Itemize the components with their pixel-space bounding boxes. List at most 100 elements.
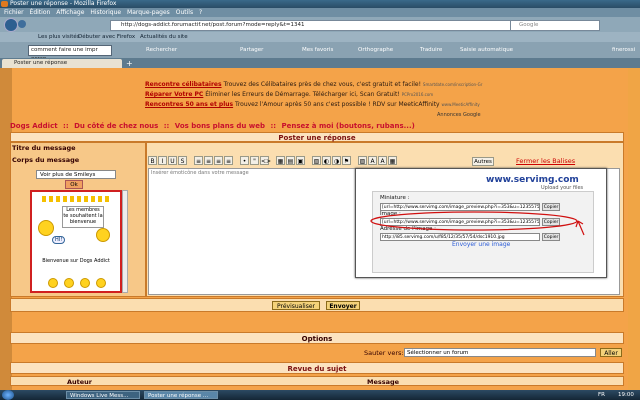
menu-aide[interactable]: ? xyxy=(199,9,202,16)
strike-button[interactable]: S xyxy=(178,156,187,165)
pasted-screenshot: www.servimg.com Upload your files Miniat… xyxy=(355,168,607,278)
breadcrumb-separator: :: xyxy=(163,122,170,130)
search-box[interactable]: Google xyxy=(510,20,600,31)
autres-button[interactable]: Autres xyxy=(472,157,494,166)
new-tab-button[interactable]: + xyxy=(126,59,136,68)
breadcrumb-subforum[interactable]: Vos bons plans du web xyxy=(175,122,265,130)
menu-historique[interactable]: Historique xyxy=(90,9,121,16)
autofill-button[interactable]: Saisie automatique xyxy=(460,42,513,58)
smileys-select[interactable]: Voir plus de Smileys xyxy=(36,170,116,179)
smiley-icon[interactable] xyxy=(64,278,74,288)
font-button[interactable]: A xyxy=(378,156,387,165)
hi-smiley[interactable]: HI! xyxy=(52,236,66,244)
bookmarks-button[interactable]: Mes favoris xyxy=(302,42,333,58)
bookmark-getting-started[interactable]: Débuter avec Firefox xyxy=(78,32,135,42)
tab-poster-reponse[interactable]: Poster une réponse xyxy=(2,59,122,68)
google-toolbar: comment faire une impr ecran Rechercher … xyxy=(0,42,640,62)
menu-bar: Fichier Édition Affichage Historique Mar… xyxy=(0,8,640,17)
bold-button[interactable]: B xyxy=(148,156,157,165)
code-button[interactable]: <> xyxy=(260,156,271,165)
smiley-icon[interactable] xyxy=(96,228,110,242)
body-label: Corps du message xyxy=(12,156,80,164)
menu-outils[interactable]: Outils xyxy=(176,9,193,16)
align-center-button[interactable]: ≡ xyxy=(204,156,213,165)
breadcrumb-category[interactable]: Du côté de chez nous xyxy=(74,122,158,130)
google-search-button[interactable]: Rechercher xyxy=(146,42,177,58)
spellcheck-button[interactable]: Orthographe xyxy=(358,42,393,58)
taskbar-item-firefox[interactable]: Poster une réponse ... xyxy=(144,391,218,399)
ad-item: Rencontres 50 ans et plus Trouvez l'Amou… xyxy=(145,100,485,110)
font-size-button[interactable]: A xyxy=(368,156,377,165)
options-header[interactable]: Options xyxy=(10,332,624,344)
video-button[interactable]: ▧ xyxy=(312,156,321,165)
preview-button[interactable]: Prévisualiser xyxy=(272,301,320,310)
go-button[interactable]: Aller xyxy=(600,348,622,357)
italic-button[interactable]: I xyxy=(158,156,167,165)
forum-select[interactable]: Sélectionner un forum xyxy=(404,348,596,357)
user-name[interactable]: finerossi xyxy=(612,42,635,58)
welcome-sign-smiley[interactable]: Les membres te souhaitent la bienvenue xyxy=(62,206,104,228)
breadcrumb-topic[interactable]: Pensez à moi (boutons, rubans...) xyxy=(282,122,415,130)
ad-source[interactable]: PCPro2016.com xyxy=(402,92,434,97)
topic-review-header: Revue du sujet xyxy=(10,362,624,374)
align-right-button[interactable]: ≡ xyxy=(214,156,223,165)
smiley-icon[interactable] xyxy=(96,278,106,288)
more-format-button[interactable]: ▦ xyxy=(388,156,397,165)
underline-button[interactable]: U xyxy=(168,156,177,165)
ad-headline[interactable]: Réparer Votre PC xyxy=(145,91,203,98)
topic-review-columns: Auteur Message xyxy=(10,376,624,386)
list-button[interactable]: • xyxy=(240,156,249,165)
menu-marque-pages[interactable]: Marque-pages xyxy=(127,9,170,16)
breadcrumb-separator: :: xyxy=(63,122,69,130)
breadcrumb-forum[interactable]: Dogs Addict xyxy=(10,122,58,130)
google-search-input[interactable]: comment faire une impr ecran xyxy=(28,45,112,62)
share-button[interactable]: Partager xyxy=(240,42,263,58)
image-button[interactable]: ▤ xyxy=(286,156,295,165)
bookmark-most-visited[interactable]: Les plus visités xyxy=(38,32,80,42)
tab-bar: Poster une réponse + xyxy=(0,58,640,68)
welcome-caption-smiley[interactable]: Bienvenue sur Dogs Addict xyxy=(36,258,116,264)
bookmark-news[interactable]: Actualités du site xyxy=(140,32,188,42)
flash-button[interactable]: ◐ xyxy=(322,156,331,165)
ad-source[interactable]: www.MeeticAffinity xyxy=(442,102,480,107)
ad-text: Trouvez l'Amour après 50 ans c'est possi… xyxy=(235,101,440,108)
smileys-ok-button[interactable]: Ok xyxy=(65,180,83,189)
align-left-button[interactable]: ≡ xyxy=(194,156,203,165)
ad-text: Trouvez des Célibataires près de chez vo… xyxy=(223,81,421,88)
quote-button[interactable]: " xyxy=(250,156,259,165)
fermer-balises-link[interactable]: Fermer les Balises xyxy=(516,157,575,165)
menu-edition[interactable]: Édition xyxy=(30,9,51,16)
link-button[interactable]: ◑ xyxy=(332,156,341,165)
menu-affichage[interactable]: Affichage xyxy=(56,9,84,16)
translate-button[interactable]: Traduire xyxy=(420,42,442,58)
start-button[interactable] xyxy=(2,390,14,400)
post-reply-header: Poster une réponse xyxy=(10,132,624,142)
send-button[interactable]: Envoyer xyxy=(326,301,360,310)
back-button[interactable] xyxy=(4,18,18,32)
table-button[interactable]: ▦ xyxy=(276,156,285,165)
taskbar-item-messenger[interactable]: Windows Live Mess... xyxy=(66,391,140,399)
window-title: Poster une réponse - Mozilla Firefox xyxy=(10,0,117,7)
message-column-header: Message xyxy=(367,378,400,386)
justify-button[interactable]: ≡ xyxy=(224,156,233,165)
url-bar[interactable]: http://dogs-addict.forumactif.net/post.f… xyxy=(110,20,512,31)
smiley-icon[interactable] xyxy=(38,220,54,236)
clock[interactable]: 19:00 xyxy=(618,390,634,400)
smiley-icon[interactable] xyxy=(80,278,90,288)
color-button[interactable]: ▨ xyxy=(358,156,367,165)
editor-placeholder: Insérer émoticône dans votre message xyxy=(151,170,249,176)
smileys-scrollbar[interactable] xyxy=(122,190,128,293)
ad-headline[interactable]: Rencontre célibataires xyxy=(145,81,222,88)
menu-fichier[interactable]: Fichier xyxy=(4,9,24,16)
forward-button[interactable] xyxy=(18,20,26,28)
language-indicator[interactable]: FR xyxy=(598,390,605,400)
flag-button[interactable]: ⚑ xyxy=(342,156,351,165)
window-titlebar: Poster une réponse - Mozilla Firefox xyxy=(0,0,640,8)
host-image-button[interactable]: ▣ xyxy=(296,156,305,165)
bookmarks-bar: Les plus visités Débuter avec Firefox Ac… xyxy=(0,32,640,42)
ads-by-google[interactable]: Annonces Google xyxy=(437,112,481,118)
smiley-icon[interactable] xyxy=(48,278,58,288)
ad-source[interactable]: Smartdate.com/inscription-Gr xyxy=(423,82,483,87)
navigation-bar: http://dogs-addict.forumactif.net/post.f… xyxy=(0,17,640,32)
ad-headline[interactable]: Rencontres 50 ans et plus xyxy=(145,101,233,108)
